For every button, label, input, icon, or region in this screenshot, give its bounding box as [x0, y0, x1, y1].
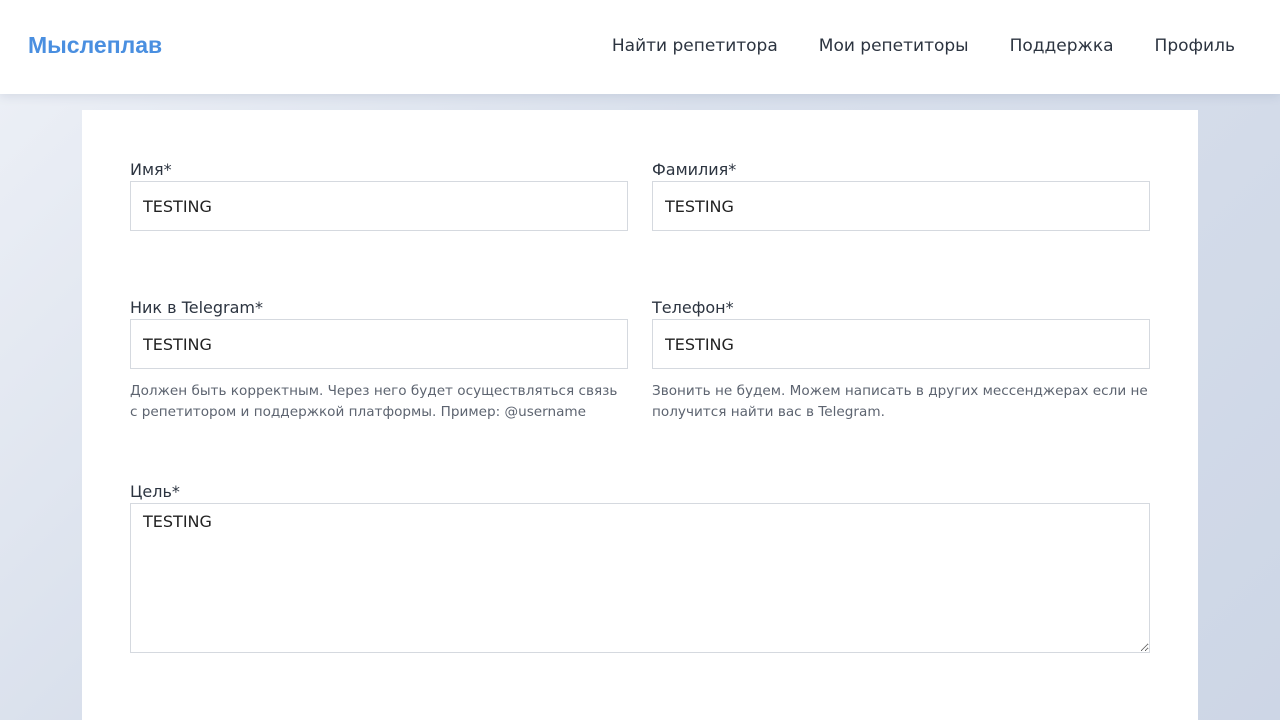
goal-textarea[interactable]: TESTING — [130, 503, 1150, 653]
first-name-label: Имя* — [130, 160, 172, 179]
last-name-label: Фамилия* — [652, 160, 737, 179]
brand-logo-link[interactable]: Мыслеплав — [28, 32, 162, 59]
telegram-field: Ник в Telegram* Должен быть корректным. … — [130, 298, 628, 420]
nav-profile[interactable]: Профиль — [1155, 36, 1235, 56]
phone-input[interactable] — [652, 319, 1150, 369]
phone-field: Телефон* Звонить не будем. Можем написат… — [652, 298, 1150, 420]
nav-support[interactable]: Поддержка — [1010, 36, 1114, 56]
main-nav: Найти репетитора Мои репетиторы Поддержк… — [612, 36, 1235, 56]
telegram-label: Ник в Telegram* — [130, 298, 264, 317]
goal-label: Цель* — [130, 482, 180, 501]
top-navbar: Мыслеплав Найти репетитора Мои репетитор… — [0, 0, 1280, 94]
telegram-hint: Должен быть корректным. Через него будет… — [130, 383, 618, 420]
first-name-field: Имя* — [130, 160, 628, 231]
last-name-field: Фамилия* — [652, 160, 1150, 231]
phone-hint: Звонить не будем. Можем написать в други… — [652, 383, 1148, 420]
first-name-input[interactable] — [130, 181, 628, 231]
nav-my-tutors[interactable]: Мои репетиторы — [819, 36, 969, 56]
phone-label: Телефон* — [652, 298, 734, 317]
last-name-input[interactable] — [652, 181, 1150, 231]
profile-form-card: Имя* Фамилия* Ник в Telegram* Должен быт… — [82, 110, 1198, 720]
telegram-input[interactable] — [130, 319, 628, 369]
goal-field: Цель* TESTING — [130, 482, 1150, 653]
nav-find-tutor[interactable]: Найти репетитора — [612, 36, 778, 56]
